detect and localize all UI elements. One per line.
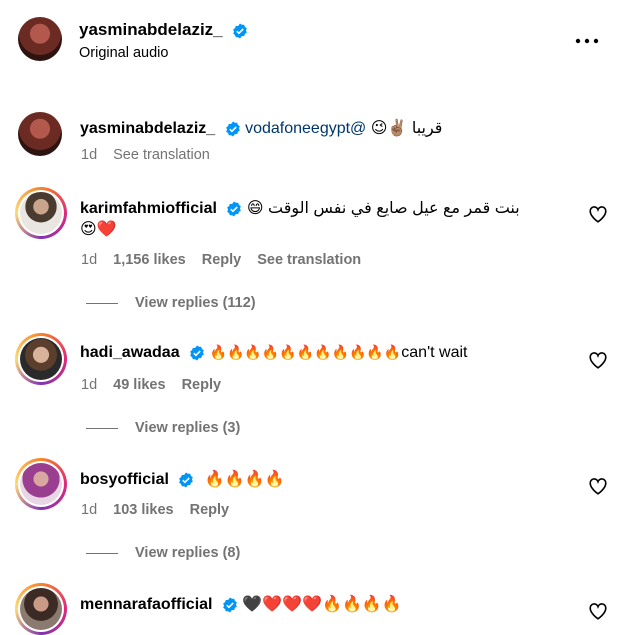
comment-likes[interactable]: 103 likes — [113, 502, 173, 518]
comment-emoji-line2: 😍❤️ — [80, 219, 117, 238]
comment-time[interactable]: 1d — [81, 252, 97, 268]
header-avatar[interactable] — [18, 17, 62, 61]
comment-avatar[interactable] — [15, 333, 67, 385]
comment-emojis: 🖤❤️❤️❤️🔥🔥🔥🔥 — [242, 594, 402, 613]
view-replies-button[interactable]: View replies (3) — [135, 420, 240, 436]
comment-username[interactable]: mennarafaofficial 🖤❤️❤️❤️🔥🔥🔥🔥 — [80, 594, 402, 614]
comment-likes[interactable]: 49 likes — [113, 377, 165, 393]
reply-button[interactable]: Reply — [202, 252, 242, 268]
verified-badge-icon — [190, 345, 204, 361]
caption-text: قريبا — [411, 120, 443, 137]
heart-outline-icon[interactable] — [588, 477, 608, 495]
caption-avatar[interactable] — [18, 112, 62, 156]
comment-meta: 1d 103 likes Reply — [81, 502, 245, 518]
caption-mention[interactable]: vodafoneegypt@ — [245, 120, 366, 137]
comment-time[interactable]: 1d — [81, 502, 97, 518]
header-subtitle[interactable]: Original audio — [79, 45, 168, 61]
see-translation-button[interactable]: See translation — [257, 252, 361, 268]
comment-meta: 1d 1,156 likes Reply See translation — [81, 252, 377, 268]
replies-divider — [86, 553, 118, 554]
more-horizontal-icon[interactable] — [575, 38, 599, 44]
comment-text: بنت قمر مع عيل صايع في نفس الوقت — [267, 200, 520, 217]
comment-username[interactable]: bosyofficial 🔥🔥🔥🔥 — [80, 469, 285, 489]
header-username[interactable]: yasminabdelaziz_ — [79, 20, 248, 40]
comment-avatar[interactable] — [15, 458, 67, 510]
comment-time[interactable]: 1d — [81, 377, 97, 393]
verified-badge-icon — [223, 597, 237, 613]
verified-badge-icon — [225, 121, 240, 137]
view-replies-button[interactable]: View replies (112) — [135, 295, 256, 311]
caption-time[interactable]: 1d — [81, 147, 97, 163]
heart-outline-icon[interactable] — [588, 602, 608, 620]
verified-badge-icon — [233, 23, 248, 39]
comment-text: can't wait — [401, 344, 468, 361]
verified-badge-icon — [227, 201, 242, 217]
replies-divider — [86, 428, 118, 429]
view-replies-button[interactable]: View replies (8) — [135, 545, 240, 561]
caption-meta: 1d See translation — [81, 147, 226, 163]
caption-username[interactable]: yasminabdelaziz_ vodafoneegypt@ 😉✌🏽 قريب… — [80, 118, 442, 138]
heart-outline-icon[interactable] — [588, 205, 608, 223]
replies-divider — [86, 303, 118, 304]
comment-avatar[interactable] — [15, 187, 67, 239]
comment-username[interactable]: karimfahmiofficial 😄 بنت قمر مع عيل صايع… — [80, 198, 520, 218]
heart-outline-icon[interactable] — [588, 351, 608, 369]
reply-button[interactable]: Reply — [190, 502, 230, 518]
comment-username[interactable]: hadi_awadaa 🔥🔥🔥🔥🔥🔥🔥🔥🔥🔥🔥can't wait — [80, 344, 467, 362]
comment-avatar[interactable] — [15, 583, 67, 635]
comment-meta: 1d 49 likes Reply — [81, 377, 237, 393]
comment-emoji: 😄 — [246, 198, 264, 217]
see-translation-button[interactable]: See translation — [113, 147, 210, 163]
comment-likes[interactable]: 1,156 likes — [113, 252, 186, 268]
comment-emojis: 🔥🔥🔥🔥🔥🔥🔥🔥🔥🔥🔥 — [209, 345, 402, 361]
caption-emojis: 😉✌🏽 — [370, 118, 408, 137]
reply-button[interactable]: Reply — [182, 377, 222, 393]
comment-emojis: 🔥🔥🔥🔥 — [204, 469, 285, 488]
verified-badge-icon — [179, 472, 194, 488]
